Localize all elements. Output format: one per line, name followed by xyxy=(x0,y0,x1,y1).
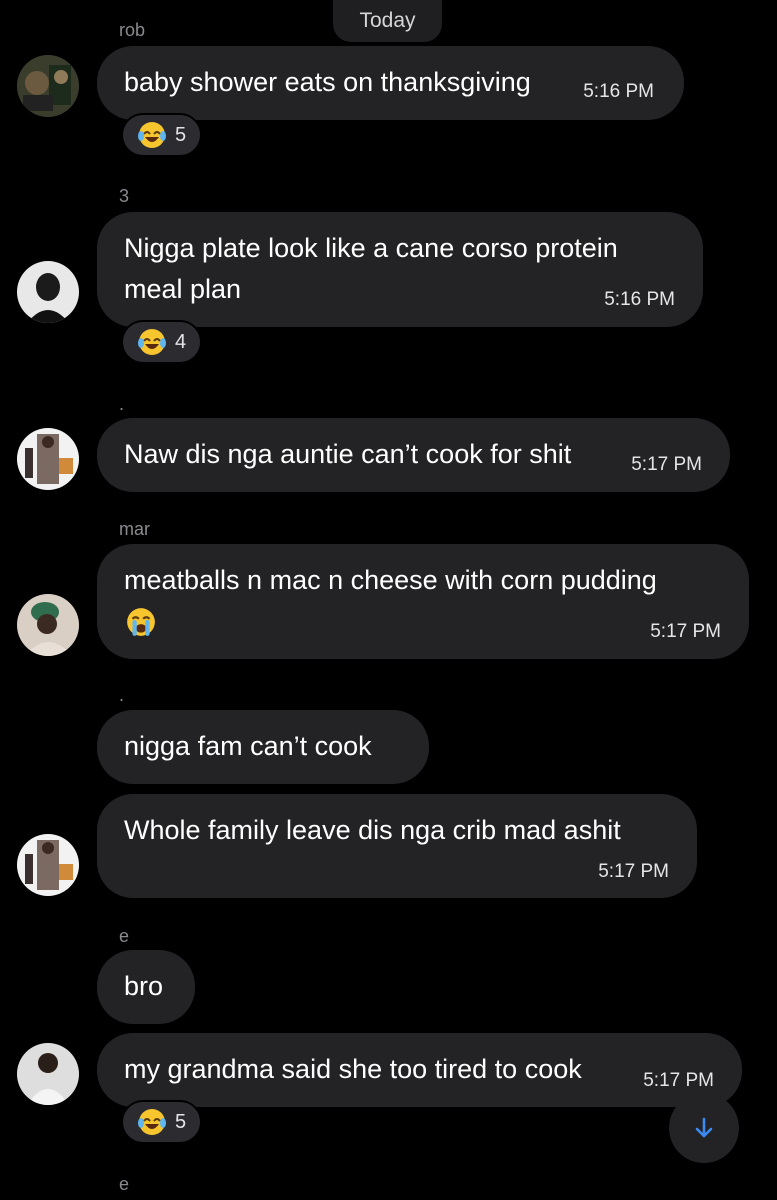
sender-name: mar xyxy=(119,519,150,539)
message-timestamp: 5:17 PM xyxy=(650,621,721,642)
message-bubble[interactable]: bro xyxy=(97,950,195,1024)
arrow-down-icon xyxy=(695,1117,713,1138)
message-bubble[interactable]: nigga fam can’t cook xyxy=(97,710,429,784)
message-bubble[interactable]: meatballs n mac n cheese with corn puddi… xyxy=(97,544,749,659)
date-separator: Today xyxy=(333,0,442,42)
message-text: Naw dis nga auntie can’t cook for shit xyxy=(124,439,572,469)
avatar[interactable] xyxy=(17,261,79,323)
reaction-count: 5 xyxy=(175,123,187,146)
message-timestamp: 5:17 PM xyxy=(631,454,702,475)
avatar[interactable] xyxy=(17,428,79,490)
message-bubble[interactable]: Nigga plate look like a cane corso prote… xyxy=(97,212,703,327)
message-timestamp: 5:17 PM xyxy=(598,861,669,882)
avatar[interactable] xyxy=(17,594,79,656)
avatar[interactable] xyxy=(17,834,79,896)
message-bubble[interactable]: Naw dis nga auntie can’t cook for shit 5… xyxy=(97,418,730,492)
reaction-badge[interactable]: 5 xyxy=(121,1100,203,1144)
message-bubble[interactable]: Whole family leave dis nga crib mad ashi… xyxy=(97,794,697,898)
sender-name: . xyxy=(119,394,125,414)
message-text: Nigga plate look like a cane corso prote… xyxy=(124,228,618,310)
message-timestamp: 5:16 PM xyxy=(604,289,675,310)
crying-face-emoji-icon xyxy=(127,608,155,636)
sender-name: e xyxy=(119,926,130,946)
message-text: meatballs n mac n cheese with corn puddi… xyxy=(124,565,657,595)
message-timestamp: 5:17 PM xyxy=(643,1070,714,1091)
reaction-count: 4 xyxy=(175,330,187,353)
sender-name: rob xyxy=(119,20,146,40)
message-text: Whole family leave dis nga crib mad ashi… xyxy=(124,815,621,845)
laughing-tears-emoji-icon xyxy=(138,329,166,355)
avatar[interactable] xyxy=(17,55,79,117)
message-text-line: meal plan xyxy=(124,274,242,304)
message-timestamp: 5:16 PM xyxy=(583,81,654,102)
message-bubble[interactable]: my grandma said she too tired to cook 5:… xyxy=(97,1033,742,1107)
message-text-line: Nigga plate look like a cane corso prote… xyxy=(124,233,618,263)
message-text: nigga fam can’t cook xyxy=(124,731,372,761)
laughing-tears-emoji-icon xyxy=(138,122,166,148)
sender-name: e xyxy=(119,1174,130,1194)
laughing-tears-emoji-icon xyxy=(138,1109,166,1135)
avatar[interactable] xyxy=(17,1043,79,1105)
reaction-badge[interactable]: 5 xyxy=(121,113,203,157)
reaction-badge[interactable]: 4 xyxy=(121,320,203,364)
message-text: my grandma said she too tired to cook xyxy=(124,1054,582,1084)
message-text: baby shower eats on thanksgiving xyxy=(124,67,531,97)
sender-name: 3 xyxy=(119,186,130,206)
sender-name: . xyxy=(119,685,125,705)
message-text: bro xyxy=(124,971,164,1001)
reaction-count: 5 xyxy=(175,1110,187,1133)
message-bubble[interactable]: baby shower eats on thanksgiving 5:16 PM xyxy=(97,46,684,120)
scroll-to-bottom-button[interactable] xyxy=(669,1093,739,1163)
